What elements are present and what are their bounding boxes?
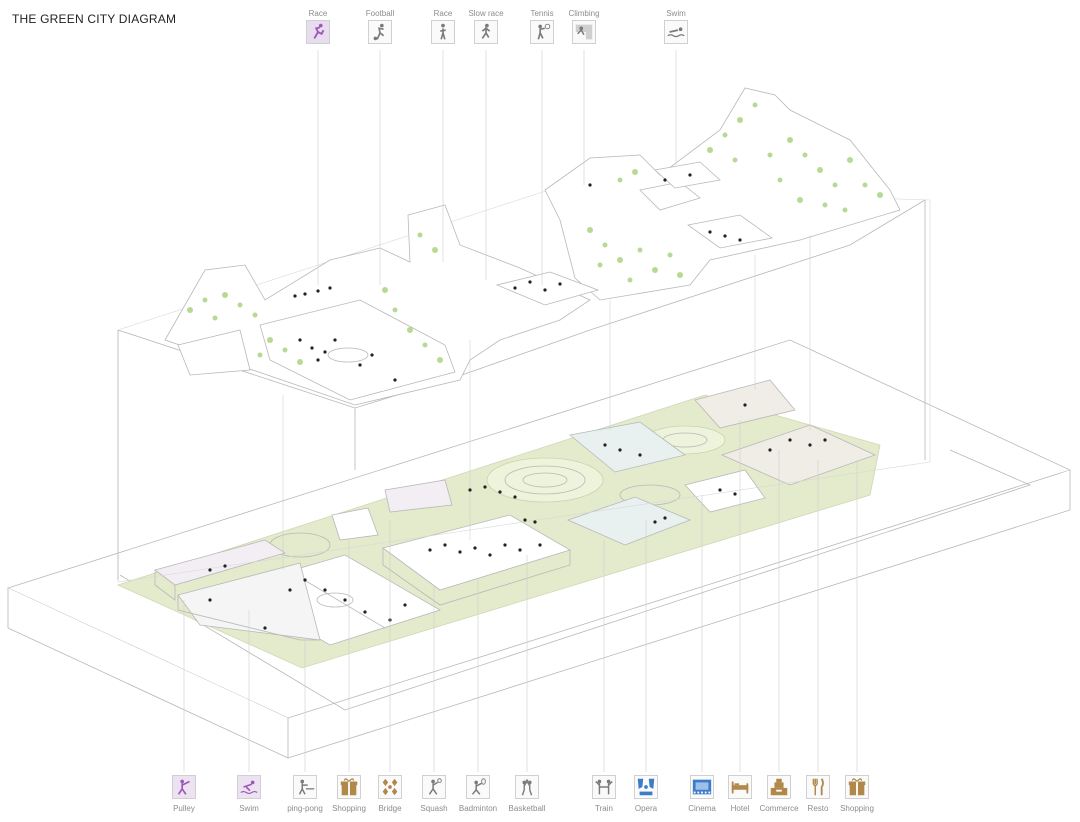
jogger-icon [474,20,498,44]
bottom-label-swim: Swim [239,804,259,813]
cinema-icon [690,775,714,799]
pulley-icon [172,775,196,799]
walker-icon [431,20,455,44]
axonometric-drawing [6,50,1072,772]
bottom-label-basketball: Basketball [508,804,546,813]
gift-box-icon [845,775,869,799]
bottom-label-opera: Opera [634,804,658,813]
runner-icon [306,20,330,44]
ping-pong-icon [293,775,317,799]
opera-icon [634,775,658,799]
bottom-label-pulley: Pulley [173,804,195,813]
football-player-icon [368,20,392,44]
climber-icon [572,20,596,44]
swimmer-icon [664,20,688,44]
squash-icon [422,775,446,799]
badminton-icon [466,775,490,799]
bed-icon [728,775,752,799]
top-label-race: Race [308,9,328,18]
gift-box-icon [337,775,361,799]
bottom-label-shopping-2: Shopping [840,804,874,813]
top-label-swim: Swim [666,9,686,18]
swimmer-icon [237,775,261,799]
top-label-slow-race: Slow race [468,9,504,18]
top-label-climbing: Climbing [568,9,600,18]
train-figures-icon [592,775,616,799]
bridge-cards-icon [378,775,402,799]
fork-knife-icon [806,775,830,799]
top-label-football: Football [365,9,395,18]
tennis-player-icon [530,20,554,44]
basketball-icon [515,775,539,799]
cash-register-icon [767,775,791,799]
